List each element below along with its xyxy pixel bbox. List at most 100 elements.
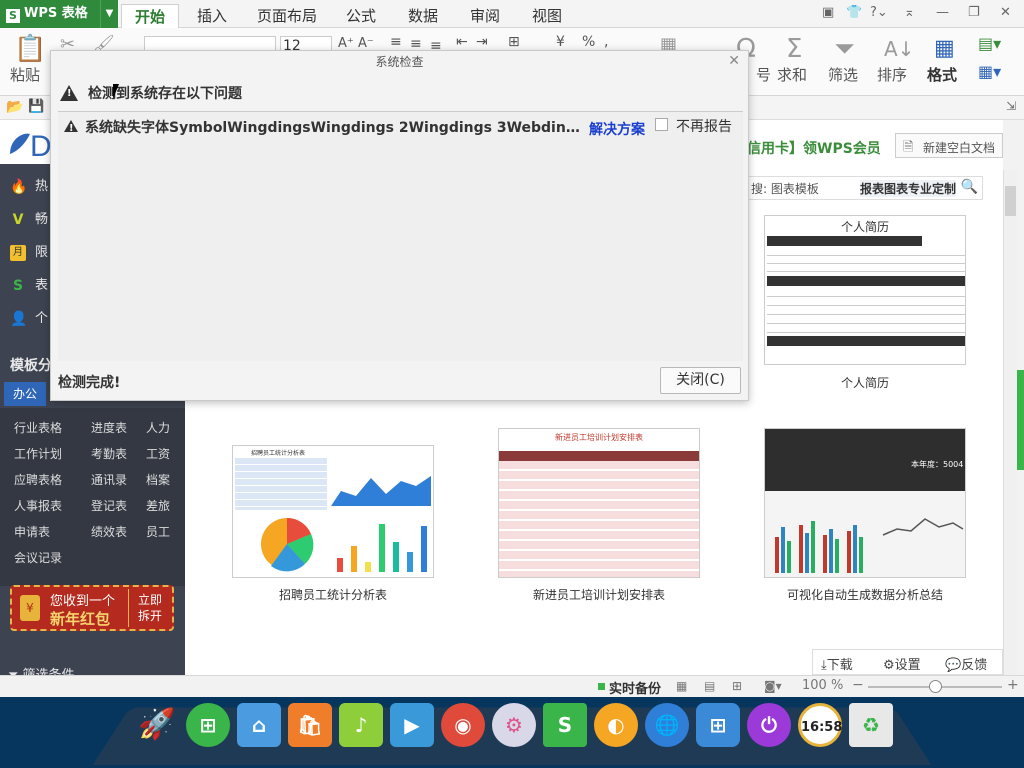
link-application[interactable]: 申请表	[14, 523, 50, 540]
tab-data[interactable]: 数据	[398, 4, 448, 28]
indent-right-icon[interactable]: ⇥	[476, 34, 488, 50]
promo-link[interactable]: 信用卡】领WPS会员	[747, 138, 881, 158]
tab-insert[interactable]: 插入	[188, 4, 236, 28]
zoom-in-icon[interactable]: +	[1007, 677, 1019, 693]
page-view-icon[interactable]: ▤	[704, 679, 715, 693]
realtime-backup[interactable]: 实时备份	[609, 678, 661, 697]
tab-view[interactable]: 视图	[523, 4, 571, 28]
close-button[interactable]: 关闭(C)	[660, 367, 741, 394]
link-industry[interactable]: 行业表格	[14, 419, 62, 436]
deepin-store-icon[interactable]: ⊞	[186, 703, 230, 747]
template-training[interactable]: 新进员工培训计划安排表	[498, 428, 700, 578]
power-icon[interactable]: ⏻	[747, 703, 791, 747]
paste-button[interactable]: 粘贴	[10, 64, 40, 85]
link-performance[interactable]: 绩效表	[91, 523, 127, 540]
percent-icon[interactable]: %	[582, 34, 595, 50]
sort-button[interactable]: 排序	[877, 64, 907, 85]
cell-fill-icon[interactable]: ▤▾	[978, 34, 1001, 53]
open-folder-icon[interactable]: 📂	[6, 99, 23, 115]
search-tag[interactable]: 报表图表专业定制	[860, 180, 957, 197]
multitask-icon[interactable]: ⊞	[696, 703, 740, 747]
search-icon[interactable]: 🔍	[961, 179, 978, 195]
zoom-out-icon[interactable]: −	[852, 677, 864, 693]
increase-font-icon[interactable]: A⁺	[338, 36, 354, 51]
link-applicant[interactable]: 应聘表格	[14, 471, 62, 488]
template-label[interactable]: 个人简历	[735, 374, 995, 391]
merge-cells-icon[interactable]: ⊞	[508, 34, 520, 50]
feedback-button[interactable]: 💬反馈	[945, 654, 987, 673]
settings-button[interactable]: ⚙设置	[883, 654, 921, 673]
sum-button[interactable]: 求和	[777, 64, 807, 85]
settings-icon[interactable]: ⚙	[492, 703, 536, 747]
format-icon[interactable]: ▦	[934, 36, 955, 61]
scroll-thumb[interactable]	[1005, 186, 1016, 216]
file-manager-icon[interactable]: ⌂	[237, 703, 281, 747]
tab-formula[interactable]: 公式	[338, 4, 384, 28]
chevron-down-icon[interactable]: ▼	[100, 0, 118, 28]
solution-link[interactable]: 解决方案	[589, 119, 645, 139]
dialog-close-icon[interactable]: ✕	[728, 53, 740, 69]
template-resume[interactable]: 个人简历	[764, 215, 966, 365]
link-archive[interactable]: 档案	[146, 471, 170, 488]
rocket-launcher-icon[interactable]: 🚀	[135, 703, 179, 747]
link-salary[interactable]: 工资	[146, 445, 170, 462]
link-register[interactable]: 登记表	[91, 497, 127, 514]
normal-view-icon[interactable]: ▦	[676, 679, 687, 693]
app-store-icon[interactable]: 🛍	[288, 703, 332, 747]
template-label[interactable]: 招聘员工统计分析表	[203, 586, 463, 603]
expand-icon[interactable]: ⇲	[1006, 99, 1016, 113]
link-work-plan[interactable]: 工作计划	[14, 445, 62, 462]
split-view-icon[interactable]: ⊞	[732, 679, 742, 693]
decrease-font-icon[interactable]: A⁻	[358, 36, 374, 51]
link-personnel[interactable]: 人事报表	[14, 497, 62, 514]
wps-spreadsheet-icon[interactable]: S	[543, 703, 587, 747]
align-top-icon[interactable]: ≡	[390, 34, 402, 50]
content-scrollbar[interactable]	[1003, 170, 1017, 675]
tab-review[interactable]: 审阅	[462, 4, 508, 28]
trash-icon[interactable]: ♻	[849, 703, 893, 747]
template-dashboard[interactable]: 本年度：5004	[764, 428, 966, 578]
no-report-checkbox[interactable]	[655, 118, 668, 131]
symbol-label[interactable]: 号	[756, 64, 771, 85]
no-report-label[interactable]: 不再报告	[676, 116, 732, 136]
filter-button[interactable]: 筛选	[828, 64, 858, 85]
link-contacts[interactable]: 通讯录	[91, 471, 127, 488]
shirt-icon[interactable]: 👕	[846, 5, 862, 20]
link-travel[interactable]: 差旅	[146, 497, 170, 514]
zoom-slider-thumb[interactable]	[929, 680, 942, 693]
close-icon[interactable]: ✕	[1000, 5, 1011, 20]
format-button[interactable]: 格式	[927, 64, 957, 85]
search-input[interactable]: 搜: 图表模板 报表图表专业定制 🔍	[747, 176, 983, 200]
red-packet-banner[interactable]: ¥ 您收到一个 新年红包 立即 拆开	[10, 585, 174, 631]
eye-care-icon[interactable]: ◙▾	[764, 679, 782, 693]
template-label[interactable]: 可视化自动生成数据分析总结	[735, 586, 995, 603]
link-staff[interactable]: 员工	[146, 523, 170, 540]
indent-left-icon[interactable]: ⇤	[456, 34, 468, 50]
save-icon[interactable]: 💾	[28, 99, 44, 114]
template-recruit[interactable]: 招聘员工统计分析表	[232, 445, 434, 578]
filter-icon[interactable]: ⏷	[834, 34, 855, 64]
tab-home[interactable]: 开始	[121, 4, 179, 29]
video-icon[interactable]: ▶	[390, 703, 434, 747]
link-hr[interactable]: 人力	[146, 419, 170, 436]
template-label[interactable]: 新进员工培训计划安排表	[469, 586, 729, 603]
link-meeting[interactable]: 会议记录	[14, 549, 62, 566]
new-blank-doc-button[interactable]: 🗎 新建空白文档	[895, 133, 1003, 158]
help-icon[interactable]: ?⌄	[870, 5, 888, 20]
comma-icon[interactable]: ,	[604, 34, 608, 50]
tab-office[interactable]: 办公	[4, 382, 46, 406]
music-icon[interactable]: ♪	[339, 703, 383, 747]
currency-icon[interactable]: ¥	[556, 34, 565, 50]
link-attendance[interactable]: 考勤表	[91, 445, 127, 462]
download-button[interactable]: ⤓下载	[821, 654, 853, 673]
link-progress[interactable]: 进度表	[91, 419, 127, 436]
chrome-icon[interactable]: ◉	[441, 703, 485, 747]
browser-globe-icon[interactable]: 🌐	[645, 703, 689, 747]
minimize-icon[interactable]: —	[936, 5, 949, 20]
wps-app-menu-button[interactable]: S WPS 表格 ▼	[0, 0, 118, 28]
border-icon[interactable]: ▦▾	[978, 62, 1001, 81]
side-panel-toggle[interactable]	[1017, 370, 1024, 470]
tab-page-layout[interactable]: 页面布局	[250, 4, 324, 28]
sort-icon[interactable]: A↓	[884, 34, 914, 64]
paste-icon[interactable]: 📋	[14, 34, 46, 64]
